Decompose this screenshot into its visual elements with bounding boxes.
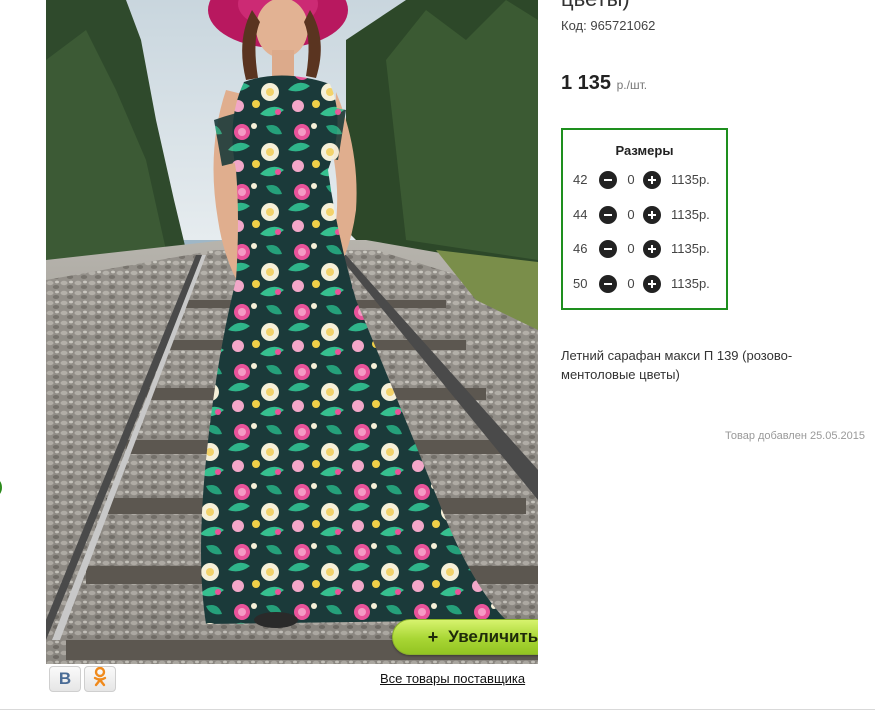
sizes-title: Размеры	[615, 143, 674, 158]
price-value: 1 135	[561, 72, 612, 94]
product-description: Летний сарафан макси П 139 (розово-менто…	[561, 348, 793, 382]
left-edge-fragment: )	[0, 478, 3, 494]
plus-icon[interactable]	[643, 275, 661, 293]
size-price: 1135р.	[671, 276, 710, 291]
minus-icon[interactable]	[599, 275, 617, 293]
product-code-label: Код:	[561, 18, 587, 33]
zoom-button-label: Увеличить	[448, 627, 538, 646]
ok-share-button[interactable]	[84, 666, 116, 692]
price-unit: р./шт.	[616, 78, 648, 92]
size-price: 1135р.	[671, 207, 710, 222]
quantity-value: 0	[627, 241, 635, 256]
size-label: 42	[573, 172, 588, 187]
size-price: 1135р.	[671, 172, 710, 187]
plus-icon[interactable]	[643, 171, 661, 189]
supplier-products-link[interactable]: Все товары поставщика	[380, 671, 525, 686]
product-code-value: 965721062	[590, 18, 656, 33]
size-label: 44	[573, 207, 588, 222]
size-price: 1135р.	[671, 241, 710, 256]
quantity-value: 0	[627, 276, 635, 291]
plus-icon[interactable]	[643, 206, 661, 224]
product-title: цветы)	[561, 0, 630, 12]
minus-icon[interactable]	[599, 206, 617, 224]
size-label: 50	[573, 276, 588, 291]
minus-icon[interactable]	[599, 240, 617, 258]
vk-share-button[interactable]: B	[49, 666, 81, 692]
divider	[0, 709, 875, 710]
sizes-panel: Размеры 42 0 1135р. 44 0 1135р. 46 0 113…	[561, 128, 728, 310]
product-code: Код: 965721062	[561, 18, 655, 33]
quantity-value: 0	[627, 172, 635, 187]
product-price: 1 135 р./шт.	[561, 72, 647, 95]
vk-icon: B	[58, 669, 72, 688]
quantity-value: 0	[627, 207, 635, 222]
zoom-button[interactable]: + Увеличить	[392, 619, 538, 655]
plus-icon[interactable]	[643, 240, 661, 258]
added-date: Товар добавлен 25.05.2015	[725, 430, 866, 442]
product-photo[interactable]: + Увеличить	[46, 0, 538, 664]
plus-icon: +	[427, 626, 439, 647]
odnoklassniki-icon	[92, 666, 108, 692]
size-label: 46	[573, 241, 588, 256]
minus-icon[interactable]	[599, 171, 617, 189]
